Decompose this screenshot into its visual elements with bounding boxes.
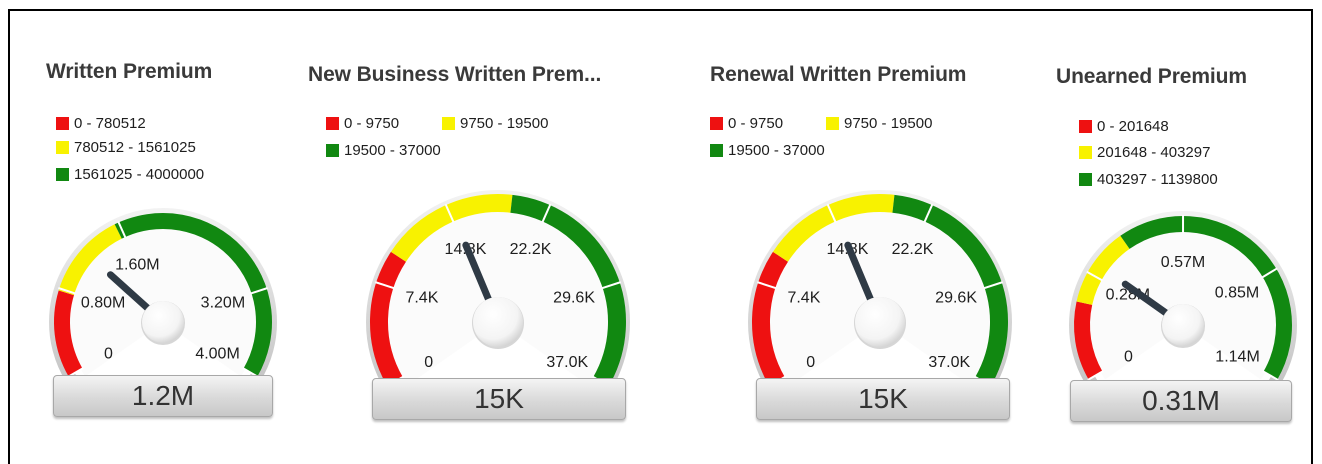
value-display: 15K [372, 378, 626, 420]
tick-label: 0.85M [1215, 285, 1259, 302]
value-display: 15K [756, 378, 1010, 420]
tick-label: 1.14M [1215, 349, 1259, 366]
dashboard-frame: Written Premium 0 - 780512 780512 - 1561… [8, 9, 1313, 464]
gauge-dial: 00.28M0.57M0.85M1.14M [10, 11, 1310, 371]
tick-label: 0.57M [1161, 254, 1205, 271]
needle-hub [1162, 304, 1204, 346]
value-display: 0.31M [1070, 380, 1292, 422]
tick-label: 0 [1124, 349, 1133, 366]
value-display: 1.2M [53, 375, 273, 417]
